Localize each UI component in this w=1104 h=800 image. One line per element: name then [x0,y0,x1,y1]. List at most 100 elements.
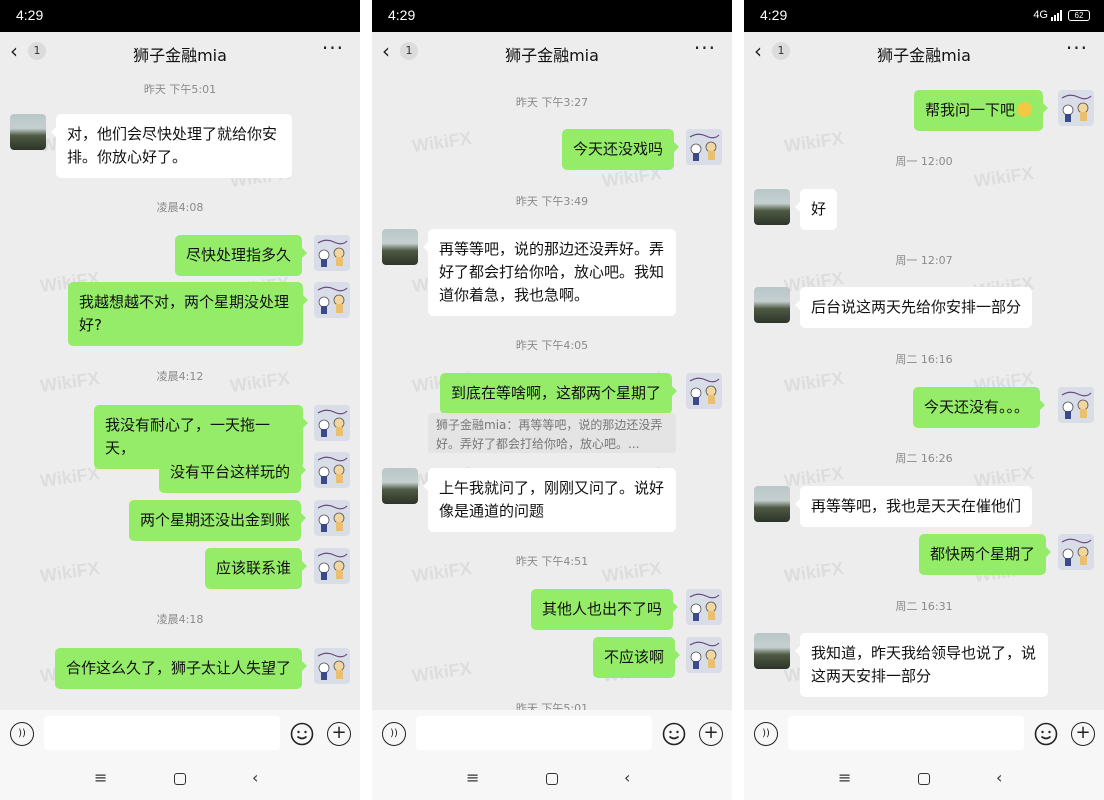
message-text: 对，他们会尽快处理了就给你安排。你放心好了。 [67,125,278,166]
emoji-icon[interactable] [290,722,314,746]
contact-avatar[interactable] [10,114,46,150]
cartoon-avatar-icon [1061,94,1092,122]
my-avatar[interactable] [314,452,350,488]
home-icon[interactable] [174,773,186,785]
emoji-icon[interactable] [662,722,686,746]
outgoing-message[interactable]: 两个星期还没出金到账 [129,500,307,541]
message-text: 我知道，昨天我给领导也说了，说这两天安排一部分 [811,644,1037,685]
my-avatar[interactable] [686,129,722,165]
chat-title: 狮子金融mia [877,46,971,65]
message-text: 帮我问一下吧 [925,101,1016,119]
home-icon[interactable] [918,773,930,785]
message-timestamp: 周一 12:07 [895,254,953,267]
outgoing-message[interactable]: 今天还没戏吗 [562,129,680,170]
watermark: WikiFX [782,367,845,397]
incoming-message[interactable]: 好 [794,189,838,230]
battery-icon: 62 [1068,9,1090,21]
my-avatar[interactable] [314,405,350,441]
input-bar: )) + [372,710,732,758]
watermark: WikiFX [410,127,473,157]
message-text: 我没有耐心了，一天拖一天， [105,416,271,457]
voice-input-icon[interactable]: )) [382,722,406,746]
incoming-message[interactable]: 对，他们会尽快处理了就给你安排。你放心好了。 [51,114,292,178]
outgoing-message[interactable]: 没有平台这样玩的 [159,452,307,493]
my-avatar[interactable] [1058,534,1094,570]
outgoing-message[interactable]: 我越想越不对，两个星期没处理好? [68,282,308,346]
add-icon[interactable]: + [1071,722,1095,746]
voice-input-icon[interactable]: )) [10,722,34,746]
message-timestamp: 昨天 下午5:01 [515,702,589,710]
more-icon[interactable]: ··· [694,36,716,60]
my-avatar[interactable] [1058,387,1094,423]
my-avatar[interactable] [686,637,722,673]
menu-icon[interactable]: ≡ [838,768,851,787]
contact-avatar[interactable] [382,229,418,265]
watermark: WikiFX [38,557,101,587]
menu-icon[interactable]: ≡ [466,768,479,787]
home-icon[interactable] [546,773,558,785]
system-navigation-bar: ≡ ‹ [0,758,360,800]
status-time: 4:29 [388,7,416,23]
message-timestamp: 凌晨4:18 [156,613,204,626]
my-avatar[interactable] [314,648,350,684]
my-avatar[interactable] [314,235,350,271]
system-navigation-bar: ≡ ‹ [372,758,732,800]
chat-area[interactable]: WikiFXWikiFXWikiFXWikiFXWikiFXWikiFXWiki… [372,72,732,710]
outgoing-message[interactable]: 都快两个星期了 [919,534,1052,575]
back-nav-icon[interactable]: ‹ [624,768,630,787]
emoji-icon[interactable] [1034,722,1058,746]
voice-input-icon[interactable]: )) [754,722,778,746]
incoming-message[interactable]: 我知道，昨天我给领导也说了，说这两天安排一部分 [795,633,1048,697]
message-timestamp: 昨天 下午3:27 [515,96,589,109]
cartoon-avatar-icon [1061,391,1092,419]
cartoon-avatar-icon [689,133,720,161]
chat-area[interactable]: WikiFXWikiFXWikiFXWikiFXWikiFXWikiFXWiki… [744,72,1104,710]
message-input[interactable] [788,716,1024,750]
outgoing-message[interactable]: 帮我问一下吧 [914,90,1049,131]
system-navigation-bar: ≡ ‹ [744,758,1104,800]
add-icon[interactable]: + [327,722,351,746]
message-text: 其他人也出不了吗 [542,600,663,618]
outgoing-message[interactable]: 应该联系谁 [205,548,308,589]
cartoon-avatar-icon [689,377,720,405]
my-avatar[interactable] [686,589,722,625]
my-avatar[interactable] [686,373,722,409]
menu-icon[interactable]: ≡ [94,768,107,787]
my-avatar[interactable] [314,282,350,318]
cartoon-avatar-icon [317,652,348,680]
message-input[interactable] [416,716,652,750]
my-avatar[interactable] [1058,90,1094,126]
message-input[interactable] [44,716,280,750]
outgoing-message[interactable]: 到底在等啥啊，这都两个星期了 [440,373,678,414]
more-icon[interactable]: ··· [1066,36,1088,60]
incoming-message[interactable]: 再等等吧，说的那边还没弄好。弄好了都会打给你哈，放心吧。我知道你着急，我也急啊。 [423,229,676,316]
outgoing-message[interactable]: 不应该啊 [593,637,681,678]
message-text: 再等等吧，说的那边还没弄好。弄好了都会打给你哈，放心吧。我知道你着急，我也急啊。 [439,240,665,304]
contact-avatar[interactable] [754,486,790,522]
incoming-message[interactable]: 后台说这两天先给你安排一部分 [794,287,1033,328]
back-nav-icon[interactable]: ‹ [996,768,1002,787]
contact-avatar[interactable] [754,633,790,669]
outgoing-message[interactable]: 尽快处理指多久 [175,235,308,276]
contact-avatar[interactable] [382,468,418,504]
status-indicators: 4G 62 [1033,9,1090,21]
phone-screen-2: 4:29 ‹ 1 狮子金融mia ··· WikiFX WikiFX WikiFX W… [372,0,732,800]
quoted-reply[interactable]: 狮子金融mia：再等等吧，说的那边还没弄好。弄好了都会打给你哈，放心吧。... [428,413,676,453]
back-nav-icon[interactable]: ‹ [252,768,258,787]
incoming-message[interactable]: 再等等吧，我也是天天在催他们 [794,486,1033,527]
my-avatar[interactable] [314,548,350,584]
message-text: 尽快处理指多久 [186,246,292,264]
my-avatar[interactable] [314,500,350,536]
input-bar: )) + [744,710,1104,758]
outgoing-message[interactable]: 其他人也出不了吗 [531,589,679,630]
contact-avatar[interactable] [754,287,790,323]
outgoing-message[interactable]: 今天还没有。。。 [913,387,1046,428]
contact-avatar[interactable] [754,189,790,225]
chat-title: 狮子金融mia [505,46,599,65]
more-icon[interactable]: ··· [322,36,344,60]
add-icon[interactable]: + [699,722,723,746]
signal-icon [1051,9,1062,21]
outgoing-message[interactable]: 合作这么久了，狮子太让人失望了 [55,648,308,689]
chat-area[interactable]: WikiFXWikiFXWikiFXWikiFXWikiFXWikiFXWiki… [0,72,360,710]
incoming-message[interactable]: 上午我就问了，刚刚又问了。说好像是通道的问题 [423,468,676,532]
